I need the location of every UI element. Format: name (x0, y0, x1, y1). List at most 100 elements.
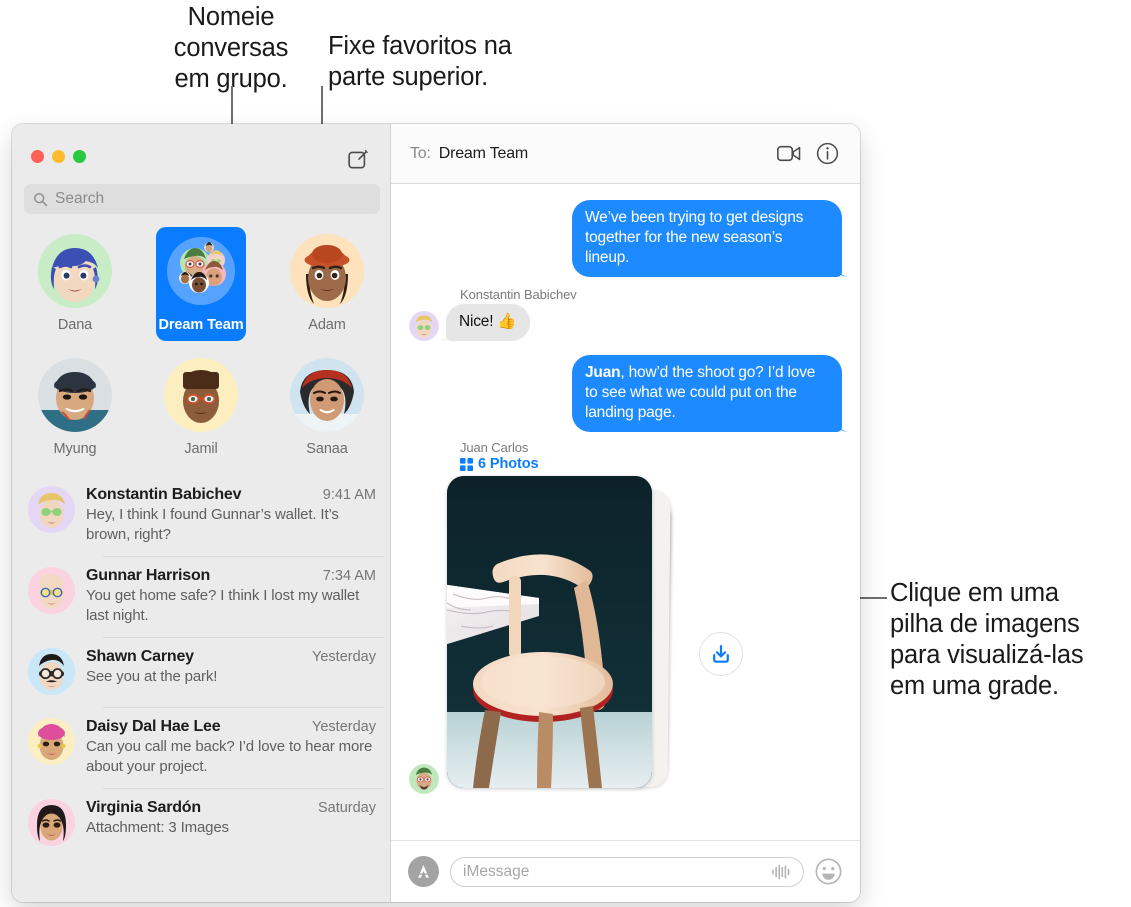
pinned-item-adam[interactable]: Adam (286, 227, 368, 341)
pinned-item-jamil[interactable]: Jamil (160, 351, 242, 465)
smiley-icon[interactable] (815, 858, 843, 886)
minimize-button[interactable] (52, 150, 65, 163)
attachment-stack-row (409, 476, 842, 798)
conversation-time: Yesterday (312, 649, 376, 665)
conversation-item-konstantin-babichev[interactable]: Konstantin Babichev 9:41 AM Hey, I think… (12, 475, 390, 556)
conversation-time: 7:34 AM (322, 568, 376, 584)
pinned-item-dana[interactable]: Dana (34, 227, 116, 341)
photo-stack-sheet-front (447, 476, 652, 788)
pinned-label: Dream Team (158, 317, 244, 333)
message-bubble[interactable]: Nice! 👍 (446, 304, 530, 341)
pinned-label: Sanaa (306, 441, 348, 457)
conversation-preview: See you at the park! (86, 668, 218, 685)
message-row-incoming: Nice! 👍 (409, 304, 842, 341)
pinned-item-sanaa[interactable]: Sanaa (286, 351, 368, 465)
pinned-label: Jamil (184, 441, 218, 457)
avatar-myung (38, 358, 112, 432)
audio-waveform-icon (772, 864, 790, 879)
pinned-label: Myung (53, 441, 97, 457)
message-sender-name: Konstantin Babichev (460, 287, 577, 302)
avatar-juan-carlos-small (409, 764, 439, 794)
message-group-incoming: Konstantin Babichev Nice! 👍 (409, 287, 842, 341)
messages-window: Search Dana Dream Team Adam Myung Jamil … (12, 124, 860, 902)
conversation-name: Konstantin Babichev (86, 486, 242, 503)
avatar-sanaa (290, 358, 364, 432)
message-placeholder: iMessage (463, 862, 530, 880)
conversation-item-shawn-carney[interactable]: Shawn Carney Yesterday See you at the pa… (12, 637, 390, 707)
avatar-adam (290, 234, 364, 308)
avatar-jamil (164, 358, 238, 432)
avatar-dream-team (164, 234, 238, 308)
pinned-conversations: Dana Dream Team Adam Myung Jamil Sanaa (12, 214, 390, 469)
conversation-time: 9:41 AM (322, 487, 376, 503)
message-input[interactable]: iMessage (450, 856, 804, 887)
pinned-item-dream-team[interactable]: Dream Team (156, 227, 246, 341)
conversation-preview: Hey, I think I found Gunnar’s wallet. It… (86, 506, 339, 543)
message-bubble[interactable]: Juan, how’d the shoot go? I’d love to se… (572, 355, 842, 432)
pinned-label: Adam (308, 317, 346, 333)
zoom-button[interactable] (73, 150, 86, 163)
conversation-name: Daisy Dal Hae Lee (86, 718, 221, 735)
message-row-outgoing: Juan, how’d the shoot go? I’d love to se… (409, 355, 842, 432)
callout-name-groups: Nomeie conversas em grupo. (173, 3, 289, 93)
conversation-preview: Attachment: 3 Images (86, 819, 229, 836)
avatar-gunnar-harrison (28, 567, 75, 614)
pinned-label: Dana (57, 317, 93, 333)
message-mention: Juan (585, 364, 621, 381)
avatar-dana (38, 234, 112, 308)
attachment-sender-name: Juan Carlos (460, 440, 529, 455)
photo-grid-icon (460, 457, 473, 471)
search-container: Search (12, 184, 390, 214)
conversation-name: Virginia Sardón (86, 799, 201, 816)
message-bubble[interactable]: We’ve been trying to get designs togethe… (572, 200, 842, 277)
search-icon (34, 192, 48, 206)
photo-stack[interactable] (447, 476, 672, 798)
search-placeholder: Search (55, 190, 105, 207)
conversation-text: Shawn Carney Yesterday See you at the pa… (86, 648, 376, 695)
conversation-name: Gunnar Harrison (86, 567, 211, 584)
avatar-virginia-sardon (28, 799, 75, 846)
conversation-preview: You get home safe? I think I lost my wal… (86, 587, 360, 624)
close-button[interactable] (31, 150, 44, 163)
attachment-block: Juan Carlos 6 Photos (409, 440, 842, 798)
conversation-name: Shawn Carney (86, 648, 194, 665)
video-camera-icon[interactable] (774, 139, 804, 169)
conversation-time: Yesterday (312, 719, 376, 735)
conversation-item-daisy-dal-hae-lee[interactable]: Daisy Dal Hae Lee Yesterday Can you call… (12, 707, 390, 788)
conversation-header: To: Dream Team (391, 124, 860, 184)
avatar-shawn-carney (28, 648, 75, 695)
attachment-count-label: 6 Photos (478, 456, 539, 472)
message-thread: We’ve been trying to get designs togethe… (391, 184, 860, 840)
compose-icon[interactable] (344, 145, 372, 173)
conversation-item-virginia-sardon[interactable]: Virginia Sardón Saturday Attachment: 3 I… (12, 788, 390, 858)
avatar-konstantin-babichev (28, 486, 75, 533)
app-store-icon[interactable] (408, 856, 439, 887)
download-icon[interactable] (699, 632, 743, 676)
info-icon[interactable] (812, 139, 842, 169)
attachment-meta: Juan Carlos 6 Photos (460, 440, 842, 472)
callout-image-stack: Clique em uma pilha de imagens para visu… (890, 579, 1084, 700)
avatar-daisy-dal-hae-lee (28, 718, 75, 765)
conversation-text: Daisy Dal Hae Lee Yesterday Can you call… (86, 718, 376, 776)
conversation-list: Konstantin Babichev 9:41 AM Hey, I think… (12, 469, 390, 902)
recipient-label: To: (410, 144, 431, 162)
conversation-text: Gunnar Harrison 7:34 AM You get home saf… (86, 567, 376, 625)
avatar-konstantin-babichev-small (409, 311, 439, 341)
conversation-preview: Can you call me back? I’d love to hear m… (86, 738, 373, 775)
traffic-lights (31, 150, 86, 163)
pinned-item-myung[interactable]: Myung (34, 351, 116, 465)
message-composer: iMessage (391, 840, 860, 902)
callout-pin-favorites: Fixe favoritos na parte superior. (328, 32, 512, 91)
recipient-value[interactable]: Dream Team (439, 145, 528, 163)
message-text: , how’d the shoot go? I’d love to see wh… (585, 364, 816, 421)
search-input[interactable]: Search (24, 184, 380, 214)
sidebar: Search Dana Dream Team Adam Myung Jamil … (12, 124, 391, 902)
conversation-item-gunnar-harrison[interactable]: Gunnar Harrison 7:34 AM You get home saf… (12, 556, 390, 637)
attachment-count-row[interactable]: 6 Photos (460, 456, 842, 472)
message-row-outgoing: We’ve been trying to get designs togethe… (409, 200, 842, 277)
window-titlebar (12, 124, 390, 184)
conversation-text: Konstantin Babichev 9:41 AM Hey, I think… (86, 486, 376, 544)
conversation-text: Virginia Sardón Saturday Attachment: 3 I… (86, 799, 376, 846)
conversation-pane: To: Dream Team We’ve been trying to get … (391, 124, 860, 902)
conversation-time: Saturday (317, 800, 376, 816)
